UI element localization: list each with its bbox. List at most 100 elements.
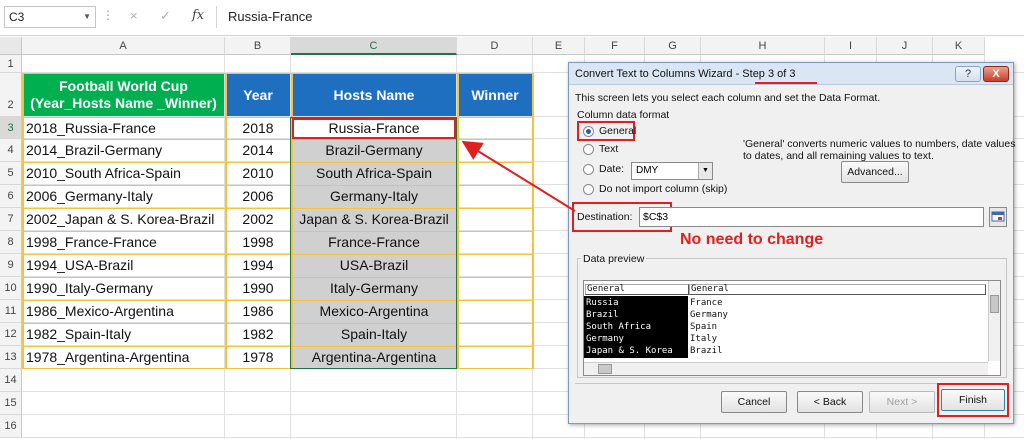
row-header-16[interactable]: 16 [0,415,22,438]
row-header-9[interactable]: 9 [0,254,22,277]
row-header-10[interactable]: 10 [0,277,22,300]
close-button[interactable]: X [983,66,1009,82]
row-header-1[interactable]: 1 [0,55,22,73]
row-header-15[interactable]: 15 [0,392,22,415]
row-header-11[interactable]: 11 [0,300,22,323]
cell-b5[interactable]: 2010 [225,162,291,185]
cell-a4[interactable]: 2014_Brazil-Germany [22,139,225,162]
cell-b6[interactable]: 2006 [225,185,291,208]
grid-line [22,437,1024,438]
radio-date[interactable] [583,164,594,175]
data-preview-box: General General Russia France Brazil German… [583,280,1001,376]
destination-input[interactable]: $C$3 [639,207,984,227]
cell-a10[interactable]: 1990_Italy-Germany [22,277,225,300]
cell-a12[interactable]: 1982_Spain-Italy [22,323,225,346]
enter-icon[interactable]: ✓ [160,8,171,24]
dialog-title: Convert Text to Columns Wizard - [575,68,743,80]
row-header-12[interactable]: 12 [0,323,22,346]
cell-b8[interactable]: 1998 [225,231,291,254]
cell-a9[interactable]: 1994_USA-Brazil [22,254,225,277]
cancel-button[interactable]: Cancel [721,391,787,413]
cell-a7[interactable]: 2002_Japan & S. Korea-Brazil [22,208,225,231]
header-a-line1: Football World Cup [59,78,188,94]
preview-col2-header[interactable]: General [689,284,986,295]
help-button[interactable]: ? [955,66,981,82]
header-cell-d[interactable]: Winner [458,74,532,116]
cell-b10[interactable]: 1990 [225,277,291,300]
next-button[interactable]: Next > [869,391,935,413]
range-picker-icon[interactable] [989,207,1007,227]
scroll-thumb[interactable] [990,295,999,313]
preview-col2-row: Brazil [690,346,723,356]
radio-general[interactable] [583,126,594,137]
row-header-3[interactable]: 3 [0,117,22,139]
cell-b9[interactable]: 1994 [225,254,291,277]
preview-col2-row: France [690,298,723,308]
header-cell-c[interactable]: Hosts Name [292,74,456,116]
back-button[interactable]: < Back [797,391,863,413]
chevron-down-icon[interactable]: ▼ [83,7,91,27]
radio-general-label: General [599,125,637,137]
preview-col1-row: Japan & S. Korea [586,346,673,356]
row-header-4[interactable]: 4 [0,139,22,162]
annotation-no-need-to-change: No need to change [680,231,824,248]
cell-b12[interactable]: 1982 [225,323,291,346]
preview-vertical-scrollbar[interactable] [988,281,1000,361]
cell-b11[interactable]: 1986 [225,300,291,323]
radio-text[interactable] [583,144,594,155]
column-header-f[interactable]: F [585,37,645,55]
column-header-c[interactable]: C [291,37,457,55]
column-header-g[interactable]: G [645,37,701,55]
row-header-14[interactable]: 14 [0,369,22,392]
row-header-8[interactable]: 8 [0,231,22,254]
row-header-5[interactable]: 5 [0,162,22,185]
column-header-h[interactable]: H [701,37,825,55]
selection-range-border [290,117,457,369]
scroll-thumb[interactable] [598,364,612,374]
cell-a5[interactable]: 2010_South Africa-Spain [22,162,225,185]
column-header-d[interactable]: D [457,37,533,55]
cancel-icon[interactable]: × [130,8,138,23]
column-header-k[interactable]: K [933,37,985,55]
format-description-line1: 'General' converts numeric values to num… [743,138,1016,150]
cell-b3[interactable]: 2018 [225,117,291,139]
name-box[interactable]: C3 ▼ [4,6,96,28]
destination-label: Destination: [577,211,633,223]
cell-a11[interactable]: 1986_Mexico-Argentina [22,300,225,323]
preview-col1-row: Germany [586,334,624,344]
header-cell-football-world-cup[interactable]: Football World Cup (Year_Hosts Name _Winn… [23,74,224,116]
row-header-2[interactable]: 2 [0,73,22,117]
row-header-6[interactable]: 6 [0,185,22,208]
column-header-a[interactable]: A [22,37,225,55]
insert-function-icon[interactable]: fx [192,8,204,23]
column-header-b[interactable]: B [225,37,291,55]
header-c-label: Hosts Name [333,87,415,103]
cell-a8[interactable]: 1998_France-France [22,231,225,254]
formula-input[interactable]: Russia-France [228,9,313,24]
header-cell-b[interactable]: Year [226,74,290,116]
date-format-value: DMY [636,165,659,176]
cell-b4[interactable]: 2014 [225,139,291,162]
cell-a3[interactable]: 2018_Russia-France [22,117,225,139]
cell-b13[interactable]: 1978 [225,346,291,369]
cell-a13[interactable]: 1978_Argentina-Argentina [22,346,225,369]
select-all-corner[interactable] [0,37,22,55]
finish-button[interactable]: Finish [941,389,1005,411]
date-format-select[interactable]: DMY ▼ [631,162,713,180]
advanced-button[interactable]: Advanced... [841,161,909,183]
preview-col1-row: South Africa [586,322,652,332]
chevron-down-icon[interactable]: ▼ [698,163,712,179]
formula-separator [216,6,217,28]
row-header-7[interactable]: 7 [0,208,22,231]
header-b-label: Year [243,87,273,103]
column-header-e[interactable]: E [533,37,585,55]
row-header-13[interactable]: 13 [0,346,22,369]
preview-horizontal-scrollbar[interactable] [584,362,988,375]
preview-col1-header[interactable]: General [585,284,689,295]
column-header-j[interactable]: J [877,37,933,55]
radio-skip[interactable] [583,184,594,195]
cell-a6[interactable]: 2006_Germany-Italy [22,185,225,208]
cell-b7[interactable]: 2002 [225,208,291,231]
column-header-i[interactable]: I [825,37,877,55]
destination-value: $C$3 [643,211,669,223]
